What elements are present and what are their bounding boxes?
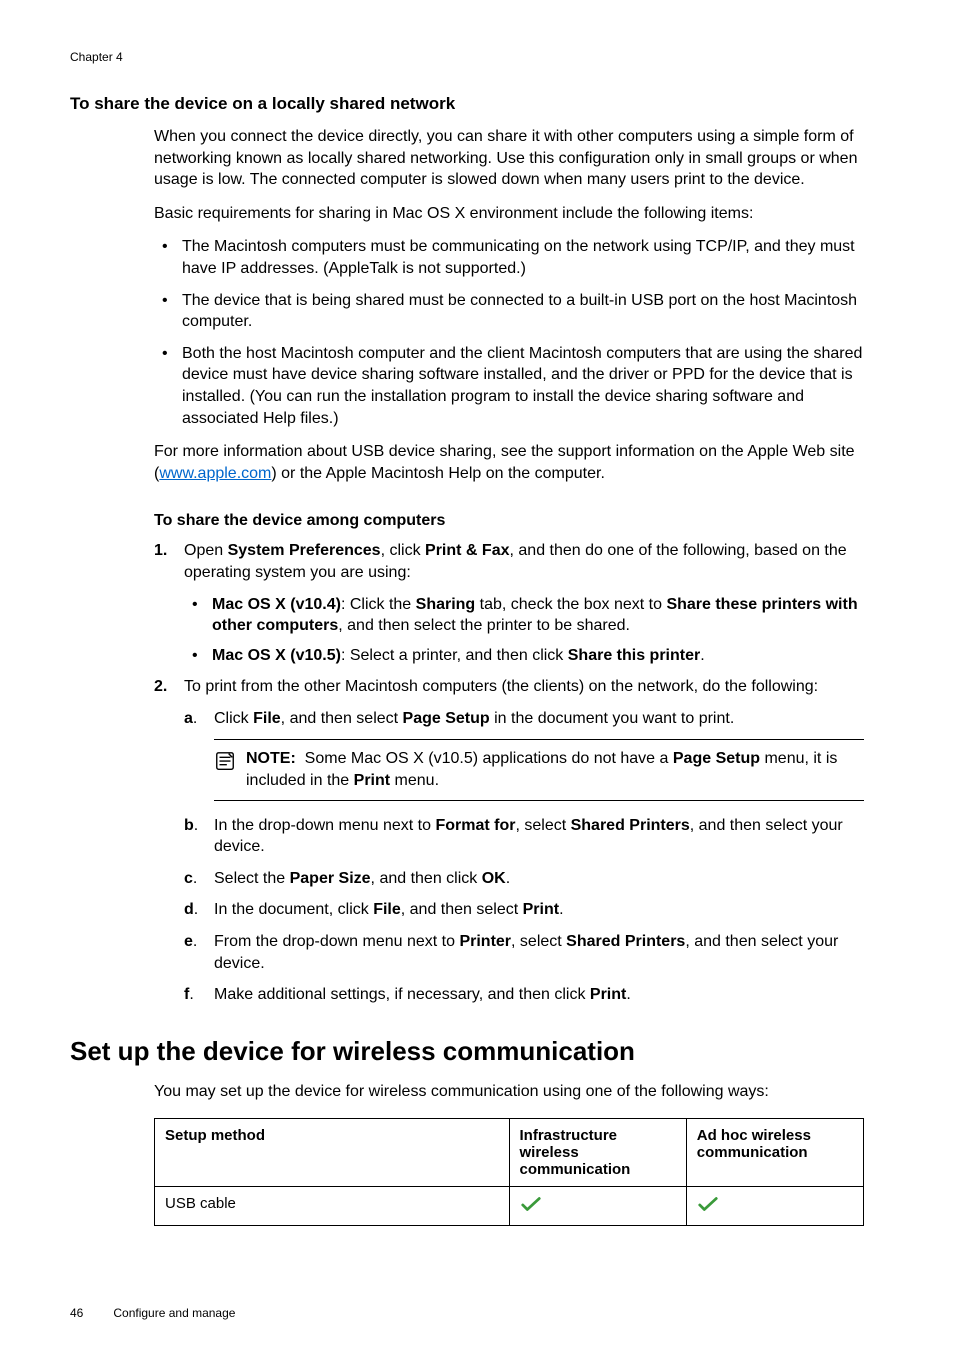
bold-text: Print <box>590 986 626 1003</box>
checkmark-icon <box>520 1195 542 1217</box>
note-label: NOTE: <box>246 750 296 767</box>
list-item: Both the host Macintosh computer and the… <box>154 343 864 429</box>
text: Click <box>214 710 253 727</box>
substep-letter: b. <box>184 815 198 837</box>
text: ) or the Apple Macintosh Help on the com… <box>271 465 605 482</box>
col-header-method: Setup method <box>155 1119 510 1187</box>
text: Make additional settings, if necessary, … <box>214 986 590 1003</box>
text: . <box>559 901 563 918</box>
bold-text: Mac OS X (v10.5) <box>212 647 341 664</box>
note-icon <box>214 750 236 772</box>
steps-list: 1. Open System Preferences, click Print … <box>154 540 864 1006</box>
body-content: When you connect the device directly, yo… <box>154 126 864 1006</box>
text: . <box>700 647 704 664</box>
text: From the drop-down menu next to <box>214 933 459 950</box>
checkmark-icon <box>697 1195 719 1217</box>
bold-text: Mac OS X (v10.4) <box>212 596 341 613</box>
chapter-label: Chapter 4 <box>70 50 864 64</box>
bold-text: OK <box>482 870 506 887</box>
col-header-infra: Infrastructure wireless communication <box>509 1119 686 1187</box>
share-subheading: To share the device among computers <box>154 512 864 530</box>
text: In the document, click <box>214 901 373 918</box>
step-number: 2. <box>154 676 167 698</box>
cell-infra <box>509 1187 686 1226</box>
text: : Select a printer, and then click <box>341 647 568 664</box>
text: , and then click <box>371 870 482 887</box>
bold-text: Share this printer <box>568 647 700 664</box>
substep-d: d. In the document, click File, and then… <box>184 899 864 921</box>
text: , click <box>381 542 425 559</box>
bold-text: Paper Size <box>290 870 371 887</box>
wireless-intro: You may set up the device for wireless c… <box>154 1081 864 1103</box>
bold-text: Print & Fax <box>425 542 509 559</box>
bold-text: File <box>253 710 281 727</box>
intro-paragraph-2: Basic requirements for sharing in Mac OS… <box>154 203 864 225</box>
bold-text: Page Setup <box>403 710 490 727</box>
step-2: 2. To print from the other Macintosh com… <box>154 676 864 1006</box>
footer-title: Configure and manage <box>113 1306 235 1320</box>
bold-text: Sharing <box>416 596 476 613</box>
section-heading: To share the device on a locally shared … <box>70 94 864 114</box>
text: , select <box>511 933 566 950</box>
substep-letter: f. <box>184 984 194 1006</box>
text: tab, check the box next to <box>475 596 666 613</box>
table-row: USB cable <box>155 1187 864 1226</box>
page-footer: 46 Configure and manage <box>70 1306 864 1320</box>
text: In the drop-down menu next to <box>214 817 435 834</box>
bold-text: System Preferences <box>228 542 381 559</box>
bold-text: File <box>373 901 401 918</box>
step-number: 1. <box>154 540 167 562</box>
page-number: 46 <box>70 1306 83 1320</box>
text: menu. <box>390 772 439 789</box>
main-heading: Set up the device for wireless communica… <box>70 1036 864 1067</box>
text: Open <box>184 542 228 559</box>
list-item: Mac OS X (v10.4): Click the Sharing tab,… <box>184 594 864 637</box>
note-text: NOTE: Some Mac OS X (v10.5) applications… <box>246 748 864 791</box>
substep-c: c. Select the Paper Size, and then click… <box>184 868 864 890</box>
intro-paragraph-1: When you connect the device directly, yo… <box>154 126 864 191</box>
bold-text: Print <box>354 772 390 789</box>
col-header-adhoc: Ad hoc wireless communication <box>686 1119 863 1187</box>
text: : Click the <box>341 596 416 613</box>
text: , select <box>515 817 570 834</box>
setup-table: Setup method Infrastructure wireless com… <box>154 1118 864 1226</box>
step-1: 1. Open System Preferences, click Print … <box>154 540 864 666</box>
text: Select the <box>214 870 290 887</box>
bold-text: Format for <box>435 817 515 834</box>
substep-letter: a. <box>184 708 197 730</box>
substep-e: e. From the drop-down menu next to Print… <box>184 931 864 974</box>
substep-letter: c. <box>184 868 197 890</box>
substep-a: a. Click File, and then select Page Setu… <box>184 708 864 801</box>
substep-b: b. In the drop-down menu next to Format … <box>184 815 864 858</box>
cell-adhoc <box>686 1187 863 1226</box>
bold-text: Shared Printers <box>566 933 685 950</box>
text: , and then select <box>281 710 403 727</box>
cell-method: USB cable <box>155 1187 510 1226</box>
list-item: The device that is being shared must be … <box>154 290 864 333</box>
wireless-section: You may set up the device for wireless c… <box>154 1081 864 1227</box>
apple-link[interactable]: www.apple.com <box>159 465 271 482</box>
text: To print from the other Macintosh comput… <box>184 678 818 695</box>
bold-text: Shared Printers <box>571 817 690 834</box>
text: , and then select <box>401 901 523 918</box>
bold-text: Printer <box>459 933 511 950</box>
text: . <box>506 870 510 887</box>
text: , and then select the printer to be shar… <box>338 617 630 634</box>
bold-text: Print <box>523 901 559 918</box>
substep-f: f. Make additional settings, if necessar… <box>184 984 864 1006</box>
text: Some Mac OS X (v10.5) applications do no… <box>305 750 673 767</box>
substep-letter: e. <box>184 931 197 953</box>
list-item: The Macintosh computers must be communic… <box>154 236 864 279</box>
substep-letter: d. <box>184 899 198 921</box>
more-info-paragraph: For more information about USB device sh… <box>154 441 864 484</box>
substeps-list: a. Click File, and then select Page Setu… <box>184 708 864 1006</box>
note-box: NOTE: Some Mac OS X (v10.5) applications… <box>214 739 864 800</box>
text: . <box>626 986 630 1003</box>
bold-text: Page Setup <box>673 750 760 767</box>
list-item: Mac OS X (v10.5): Select a printer, and … <box>184 645 864 667</box>
table-row: Setup method Infrastructure wireless com… <box>155 1119 864 1187</box>
requirements-list: The Macintosh computers must be communic… <box>154 236 864 429</box>
text: in the document you want to print. <box>490 710 735 727</box>
os-options-list: Mac OS X (v10.4): Click the Sharing tab,… <box>184 594 864 667</box>
